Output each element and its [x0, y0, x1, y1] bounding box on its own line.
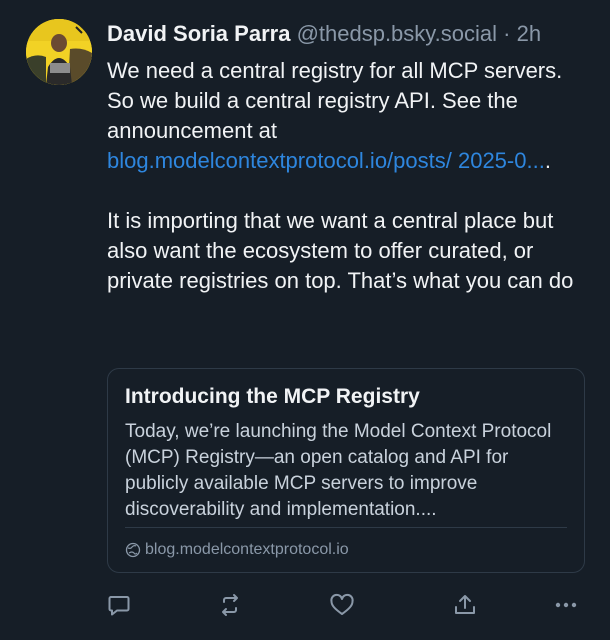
post-body: We need a central registry for all MCP s…: [107, 56, 587, 296]
post-header: David Soria Parra @thedsp.bsky.social · …: [107, 19, 541, 49]
card-domain: blog.modelcontextprotocol.io: [125, 539, 349, 561]
post-time[interactable]: 2h: [517, 21, 541, 46]
reply-icon: [108, 596, 130, 616]
post-text-1: We need a central registry for all MCP s…: [107, 58, 563, 143]
post-paragraph-2: It is importing that we want a central p…: [107, 208, 574, 293]
avatar[interactable]: [26, 19, 92, 85]
like-button[interactable]: [328, 591, 356, 619]
post-text-1-end: .: [544, 148, 551, 173]
separator-dot: ·: [503, 21, 511, 46]
more-button[interactable]: [552, 591, 580, 619]
announcement-link[interactable]: blog.modelcontextprotocol.io/posts/ 2025…: [107, 148, 545, 173]
like-icon: [330, 593, 354, 615]
card-divider: [125, 527, 567, 528]
more-icon: [555, 602, 577, 608]
repost-button[interactable]: [216, 591, 244, 619]
author-name[interactable]: David Soria Parra: [107, 21, 290, 46]
card-description: Today, we’re launching the Model Context…: [125, 421, 552, 520]
repost-icon: [222, 594, 238, 616]
share-button[interactable]: [451, 591, 479, 619]
share-icon: [455, 595, 475, 614]
reply-button[interactable]: [105, 591, 133, 619]
author-handle[interactable]: @thedsp.bsky.social: [297, 21, 497, 46]
card-domain-text: blog.modelcontextprotocol.io: [145, 541, 349, 558]
link-card[interactable]: Introducing the MCP Registry Today, we’r…: [107, 368, 585, 573]
card-title: Introducing the MCP Registry: [125, 385, 420, 408]
globe-icon: [125, 542, 141, 558]
post-paragraph-1: We need a central registry for all MCP s…: [107, 56, 587, 176]
avatar-image: [26, 19, 92, 85]
